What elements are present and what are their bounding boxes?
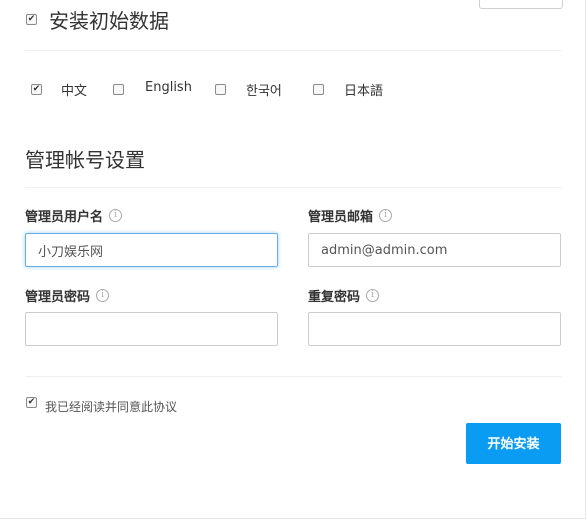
install-panel: 安装初始数据 中文 English 한국어 日本語 管理帐号设置 管理员用户名 … <box>0 0 586 519</box>
start-install-button[interactable]: 开始安装 <box>466 423 561 464</box>
install-data-checkbox[interactable] <box>26 14 37 25</box>
info-icon[interactable]: i <box>366 289 380 302</box>
password-label-text: 管理员密码 <box>25 290 91 305</box>
agreement-checkbox[interactable] <box>26 397 37 408</box>
username-input[interactable] <box>25 233 278 267</box>
lang-label-ko: 한국어 <box>246 84 282 99</box>
lang-checkbox-zh[interactable] <box>31 84 42 95</box>
lang-checkbox-en[interactable] <box>113 84 124 95</box>
admin-section-title: 管理帐号设置 <box>25 148 145 172</box>
lang-label-en: English <box>145 80 192 95</box>
lang-checkbox-ja[interactable] <box>313 84 324 95</box>
lang-label-zh: 中文 <box>61 84 88 99</box>
username-label: 管理员用户名 i <box>25 206 123 225</box>
lang-label-ja: 日本語 <box>344 84 384 99</box>
repeat-password-input[interactable] <box>308 312 561 346</box>
email-input[interactable] <box>308 233 561 267</box>
install-data-title: 安装初始数据 <box>49 9 169 33</box>
email-label: 管理员邮箱 i <box>308 206 393 225</box>
username-label-text: 管理员用户名 <box>25 210 104 225</box>
top-right-button[interactable] <box>479 0 563 9</box>
divider <box>25 187 561 188</box>
info-icon[interactable]: i <box>96 289 110 302</box>
info-icon[interactable]: i <box>379 209 393 222</box>
divider <box>25 376 561 377</box>
lang-checkbox-ko[interactable] <box>215 84 226 95</box>
password-input[interactable] <box>25 312 278 346</box>
password-label: 管理员密码 i <box>25 286 110 305</box>
divider <box>25 50 561 51</box>
repeat-password-label-text: 重复密码 <box>308 290 361 305</box>
email-label-text: 管理员邮箱 <box>308 210 374 225</box>
info-icon[interactable]: i <box>109 209 123 222</box>
repeat-password-label: 重复密码 i <box>308 286 380 305</box>
agreement-label: 我已经阅读并同意此协议 <box>45 400 178 414</box>
